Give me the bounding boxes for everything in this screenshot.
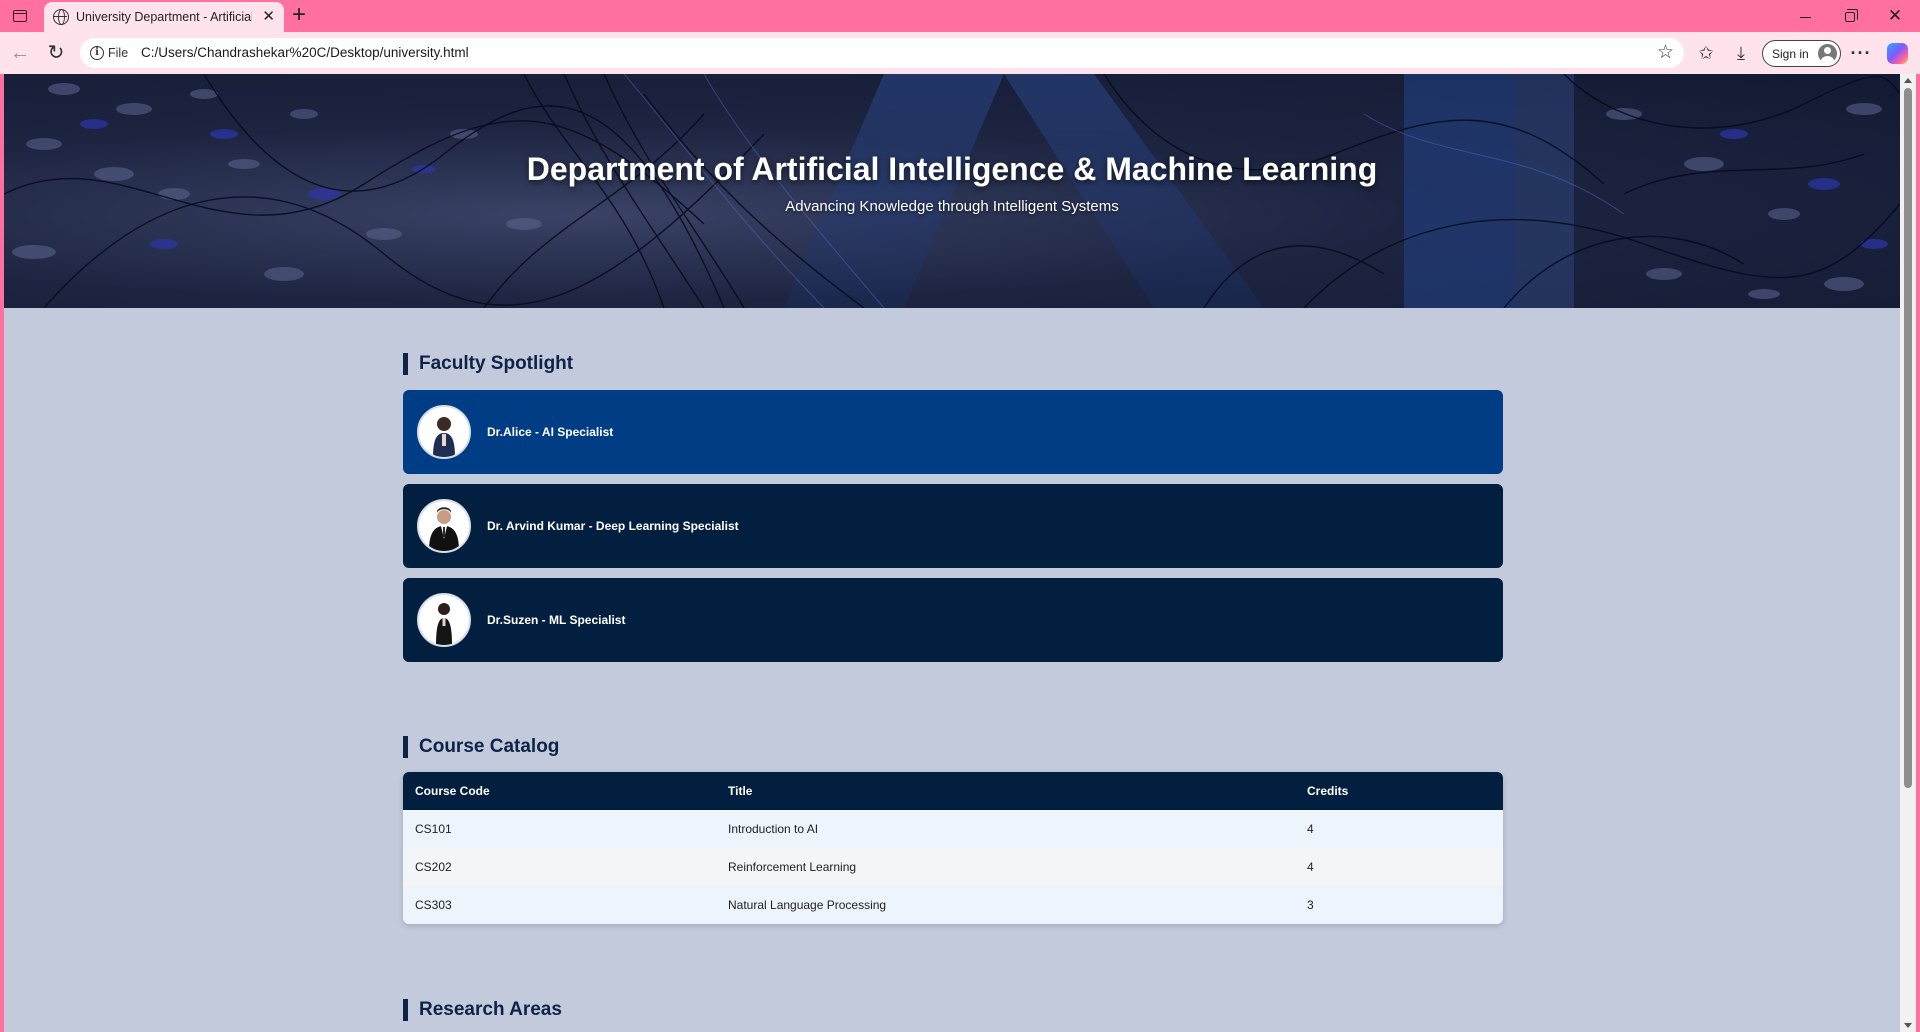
address-scheme: File: [108, 46, 129, 60]
address-url[interactable]: C:/Users/Chandrashekar%20C/Desktop/unive…: [141, 45, 469, 60]
globe-icon: [53, 9, 69, 25]
column-header: Credits: [1295, 772, 1503, 810]
faculty-portrait-icon: [433, 417, 455, 457]
tab-bar: University Department - Artificial Intel…: [0, 0, 1920, 32]
faculty-name: Dr.Alice - AI Specialist: [487, 425, 614, 439]
vertical-scrollbar[interactable]: [1900, 74, 1916, 1032]
tab-title: University Department - Artificial Intel…: [76, 10, 252, 24]
research-heading: Research Areas: [403, 999, 562, 1021]
scroll-down-icon[interactable]: [1904, 1023, 1912, 1028]
course-code: CS303: [403, 886, 716, 924]
faculty-card[interactable]: Dr.Suzen - ML Specialist: [403, 578, 1503, 662]
faculty-photo: [417, 405, 471, 459]
more-icon[interactable]: ···: [1848, 41, 1874, 67]
hero-banner: Department of Artificial Intelligence & …: [4, 74, 1900, 308]
faculty-photo: [417, 499, 471, 553]
sign-in-label: Sign in: [1772, 47, 1809, 61]
sign-in-button[interactable]: Sign in: [1762, 40, 1841, 67]
course-title: Reinforcement Learning: [716, 848, 1295, 886]
faculty-portrait-icon: [436, 603, 452, 645]
course-title: Introduction to AI: [716, 810, 1295, 848]
browser-tab[interactable]: University Department - Artificial Intel…: [44, 2, 284, 32]
copilot-icon[interactable]: [1887, 43, 1908, 64]
minimize-icon[interactable]: [1790, 4, 1820, 28]
course-code: CS101: [403, 810, 716, 848]
table-row: CS202 Reinforcement Learning 4: [403, 848, 1503, 886]
faculty-card[interactable]: Dr. Arvind Kumar - Deep Learning Special…: [403, 484, 1503, 568]
tab-actions-icon[interactable]: [10, 6, 30, 26]
page-subtitle: Advancing Knowledge through Intelligent …: [785, 198, 1119, 215]
hero-background-art: [4, 74, 1900, 308]
scrollbar-thumb[interactable]: [1904, 88, 1912, 788]
course-title: Natural Language Processing: [716, 886, 1295, 924]
course-credits: 4: [1295, 848, 1503, 886]
favorites-icon[interactable]: ✩: [1693, 41, 1719, 67]
star-icon[interactable]: ☆: [1657, 41, 1674, 64]
faculty-card[interactable]: Dr.Alice - AI Specialist: [403, 390, 1503, 474]
column-header: Course Code: [403, 772, 716, 810]
course-code: CS202: [403, 848, 716, 886]
back-icon[interactable]: ←: [8, 41, 32, 65]
restore-icon[interactable]: [1835, 4, 1865, 28]
page-viewport: Department of Artificial Intelligence & …: [4, 74, 1900, 1032]
plus-icon[interactable]: +: [292, 2, 306, 28]
faculty-photo: [417, 593, 471, 647]
table-header-row: Course Code Title Credits: [403, 772, 1503, 810]
close-icon[interactable]: ✕: [262, 8, 275, 26]
faculty-name: Dr. Arvind Kumar - Deep Learning Special…: [487, 519, 739, 533]
info-icon[interactable]: i: [90, 46, 104, 60]
faculty-portrait-icon: [429, 507, 459, 551]
window-close-icon[interactable]: ✕: [1880, 4, 1910, 28]
course-credits: 4: [1295, 810, 1503, 848]
course-table: Course Code Title Credits CS101 Introduc…: [403, 772, 1503, 924]
refresh-icon[interactable]: ↻: [44, 41, 68, 65]
address-bar[interactable]: i File C:/Users/Chandrashekar%20C/Deskto…: [80, 38, 1684, 68]
avatar-icon: [1818, 44, 1837, 63]
page-title: Department of Artificial Intelligence & …: [526, 151, 1378, 187]
faculty-name: Dr.Suzen - ML Specialist: [487, 613, 626, 627]
table-row: CS101 Introduction to AI 4: [403, 810, 1503, 848]
table-row: CS303 Natural Language Processing 3: [403, 886, 1503, 924]
course-credits: 3: [1295, 886, 1503, 924]
courses-heading: Course Catalog: [403, 736, 559, 758]
scroll-up-icon[interactable]: [1904, 78, 1912, 83]
column-header: Title: [716, 772, 1295, 810]
faculty-heading: Faculty Spotlight: [403, 353, 573, 375]
browser-toolbar: ← ↻ i File C:/Users/Chandrashekar%20C/De…: [0, 32, 1920, 74]
download-icon[interactable]: ⤓: [1728, 41, 1754, 67]
